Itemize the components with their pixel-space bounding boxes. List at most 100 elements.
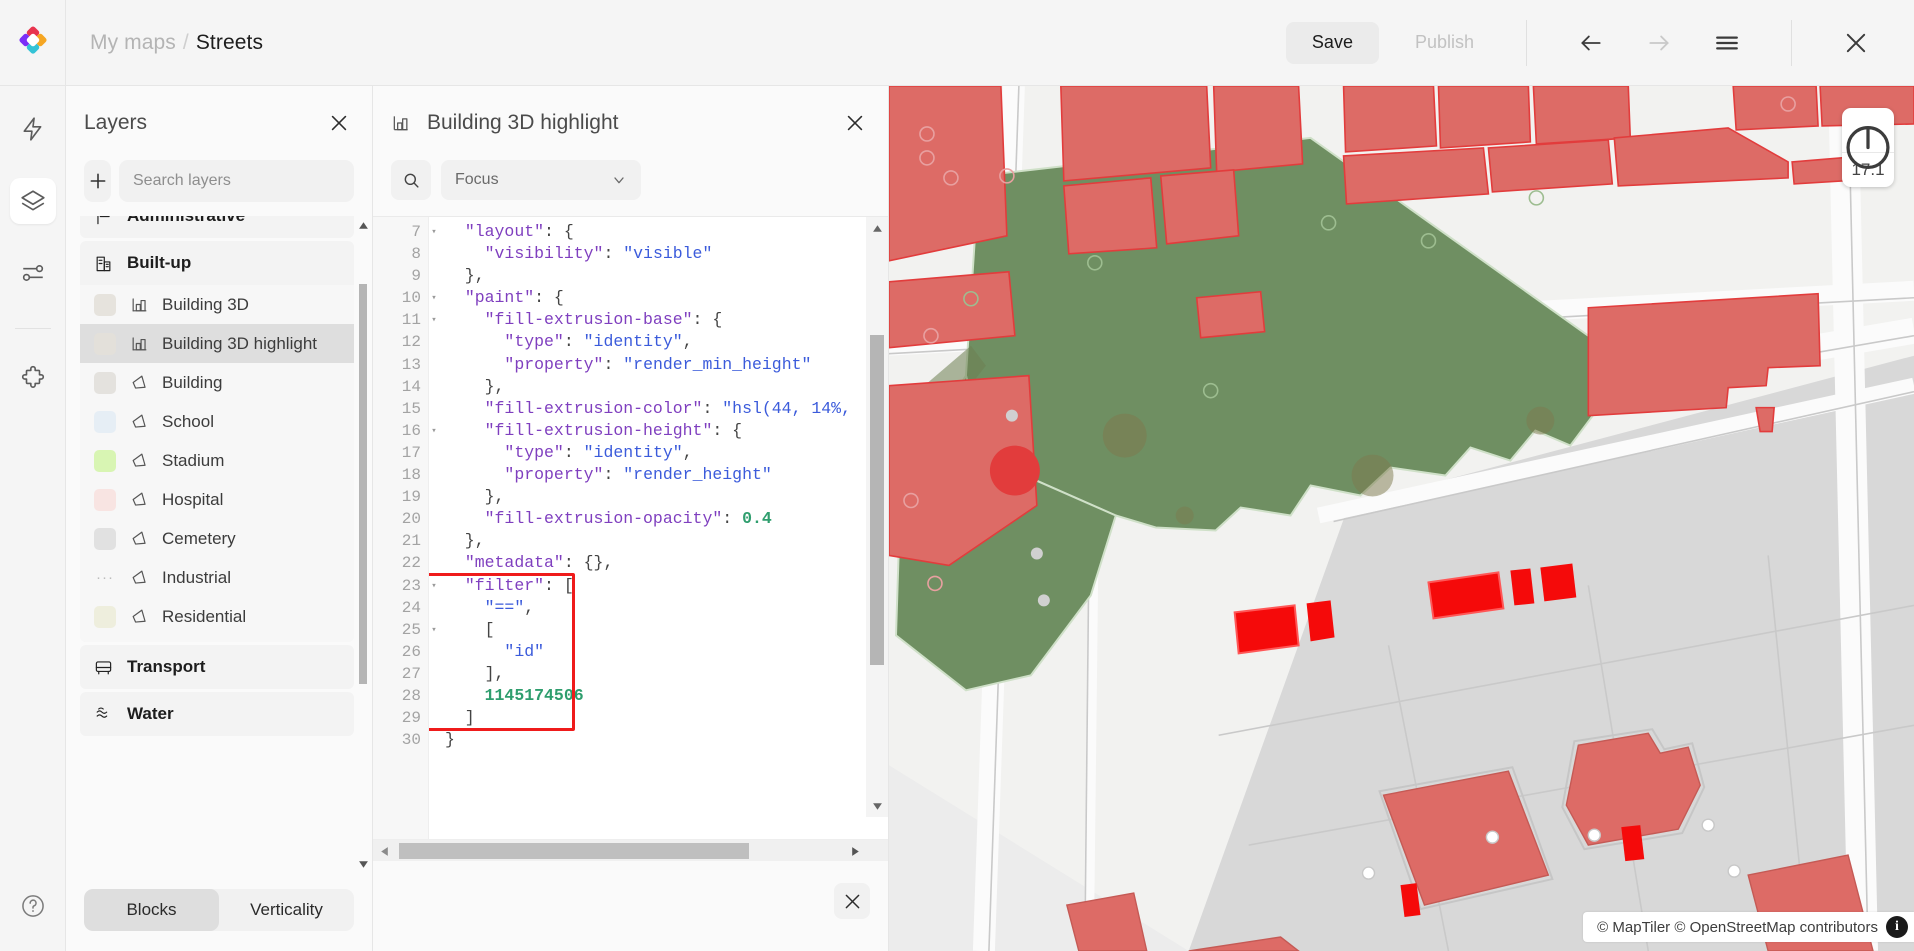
scroll-up-arrow[interactable] (357, 219, 369, 231)
add-layer-button[interactable] (84, 160, 111, 202)
layer-item-label: Cemetery (162, 529, 236, 549)
layer-item-residential[interactable]: Residential (80, 597, 354, 636)
compass-button[interactable] (1842, 108, 1894, 152)
layers-panel-close-button[interactable] (324, 108, 354, 138)
extrusion-icon (129, 295, 149, 314)
help-button[interactable] (10, 883, 56, 929)
layer-color-swatch[interactable] (94, 606, 116, 628)
code-line[interactable]: "==", (445, 597, 888, 619)
code-line[interactable]: "layout": { (445, 221, 888, 243)
code-scroll-down-arrow[interactable] (866, 795, 888, 817)
layer-item-building-3d[interactable]: Building 3D (80, 285, 354, 324)
layer-item-cemetery[interactable]: Cemetery (80, 519, 354, 558)
layer-color-swatch[interactable] (94, 411, 116, 433)
code-line[interactable]: "type": "identity", (445, 442, 888, 464)
rail-item-layers[interactable] (10, 178, 56, 224)
code-scroll-right-arrow[interactable] (844, 840, 866, 861)
layers-scrollbar[interactable] (356, 216, 370, 873)
line-number: 30 (373, 729, 428, 751)
editor-mode-select[interactable]: Focus (441, 160, 641, 200)
code-line[interactable]: "paint": { (445, 287, 888, 309)
code-line[interactable]: [ (445, 619, 888, 641)
zoom-widget[interactable]: 17.1 (1842, 108, 1894, 187)
left-icon-rail (0, 86, 66, 951)
json-code-editor[interactable]: 7▾8910▾11▾1213141516▾17181920212223▾2425… (373, 216, 888, 861)
code-scroll-up-arrow[interactable] (866, 217, 888, 239)
code-line[interactable]: "fill-extrusion-opacity": 0.4 (445, 508, 888, 530)
forward-button[interactable] (1637, 21, 1681, 65)
code-line[interactable]: "metadata": {}, (445, 552, 888, 574)
layer-color-swatch[interactable] (94, 489, 116, 511)
publish-button[interactable]: Publish (1393, 22, 1496, 64)
editor-search-button[interactable] (391, 160, 431, 200)
code-line[interactable]: "type": "identity", (445, 331, 888, 353)
line-number-gutter: 7▾8910▾11▾1213141516▾17181920212223▾2425… (373, 217, 429, 839)
code-scroll-left-arrow[interactable] (373, 840, 395, 861)
code-line[interactable]: }, (445, 376, 888, 398)
code-line[interactable]: "fill-extrusion-height": { (445, 420, 888, 442)
breadcrumb-parent[interactable]: My maps (90, 31, 176, 55)
footer-tab-blocks[interactable]: Blocks (84, 889, 219, 931)
layer-group-header-transport[interactable]: Transport (80, 645, 354, 689)
code-area[interactable]: 7▾8910▾11▾1213141516▾17181920212223▾2425… (373, 217, 888, 839)
code-line[interactable]: }, (445, 530, 888, 552)
close-editor-button[interactable] (1834, 21, 1878, 65)
layer-color-swatch[interactable] (94, 528, 116, 550)
code-line[interactable]: }, (445, 486, 888, 508)
info-icon[interactable]: i (1886, 916, 1908, 938)
layer-group-header-administrative[interactable]: Administrative (80, 216, 354, 238)
code-line[interactable]: "fill-extrusion-base": { (445, 309, 888, 331)
layer-item-stadium[interactable]: Stadium (80, 441, 354, 480)
layers-scroll-thumb[interactable] (359, 284, 367, 684)
layer-item-hospital[interactable]: Hospital (80, 480, 354, 519)
code-scroll-thumb[interactable] (870, 335, 884, 665)
code-horizontal-scrollbar[interactable] (373, 839, 888, 861)
layer-group-administrative: Administrative (80, 216, 354, 238)
save-button[interactable]: Save (1286, 22, 1379, 64)
footer-tab-verticality[interactable]: Verticality (219, 889, 354, 931)
layer-item-industrial[interactable]: ···Industrial (80, 558, 354, 597)
editor-footer-close-button[interactable] (834, 883, 870, 919)
code-vertical-scrollbar[interactable] (866, 217, 888, 817)
layer-item-school[interactable]: School (80, 402, 354, 441)
search-layers-input[interactable] (119, 160, 354, 202)
layer-group-header-water[interactable]: Water (80, 692, 354, 736)
layer-item-building-3d-highlight[interactable]: Building 3D highlight (80, 324, 354, 363)
layer-color-swatch[interactable] (94, 333, 116, 355)
layers-list-scroll[interactable]: AdministrativeBuilt-upBuilding 3DBuildin… (66, 216, 372, 873)
attribution-text[interactable]: © MapTiler © OpenStreetMap contributors (1597, 919, 1878, 936)
line-number: 26 (373, 641, 428, 663)
map-canvas[interactable]: 17.1 © MapTiler © OpenStreetMap contribu… (889, 86, 1914, 951)
back-button[interactable] (1569, 21, 1613, 65)
layers-panel: Layers AdministrativeBuilt-upBuilding 3D… (66, 86, 373, 951)
code-line[interactable]: "filter": [ (445, 575, 888, 597)
layer-group-header-built-up[interactable]: Built-up (80, 241, 354, 285)
layer-group-label: Transport (127, 657, 205, 677)
scroll-down-arrow[interactable] (357, 858, 369, 870)
code-line[interactable]: }, (445, 265, 888, 287)
code-line[interactable]: ], (445, 663, 888, 685)
rail-item-settings[interactable] (10, 250, 56, 296)
rail-item-plugins[interactable] (10, 355, 56, 401)
line-number: 12 (373, 331, 428, 353)
menu-button[interactable] (1705, 21, 1749, 65)
app-logo-cell[interactable] (0, 0, 66, 86)
code-line[interactable]: "id" (445, 641, 888, 663)
code-line[interactable]: "property": "render_height" (445, 464, 888, 486)
code-line[interactable]: } (445, 729, 888, 751)
line-number: 28 (373, 685, 428, 707)
code-lines[interactable]: "layout": { "visibility": "visible" }, "… (429, 217, 888, 839)
layer-item-building[interactable]: Building (80, 363, 354, 402)
layer-color-swatch[interactable] (94, 450, 116, 472)
code-line[interactable]: 1145174506 (445, 685, 888, 707)
code-line[interactable]: "property": "render_min_height" (445, 354, 888, 376)
code-line[interactable]: "fill-extrusion-color": "hsl(44, 14%, (445, 398, 888, 420)
layer-color-swatch[interactable] (94, 294, 116, 316)
layer-color-swatch[interactable] (94, 372, 116, 394)
code-line[interactable]: ] (445, 707, 888, 729)
editor-close-button[interactable] (840, 108, 870, 138)
code-hscroll-thumb[interactable] (399, 843, 749, 859)
rail-item-quick-actions[interactable] (10, 106, 56, 152)
topbar-divider-2 (1791, 20, 1792, 66)
code-line[interactable]: "visibility": "visible" (445, 243, 888, 265)
